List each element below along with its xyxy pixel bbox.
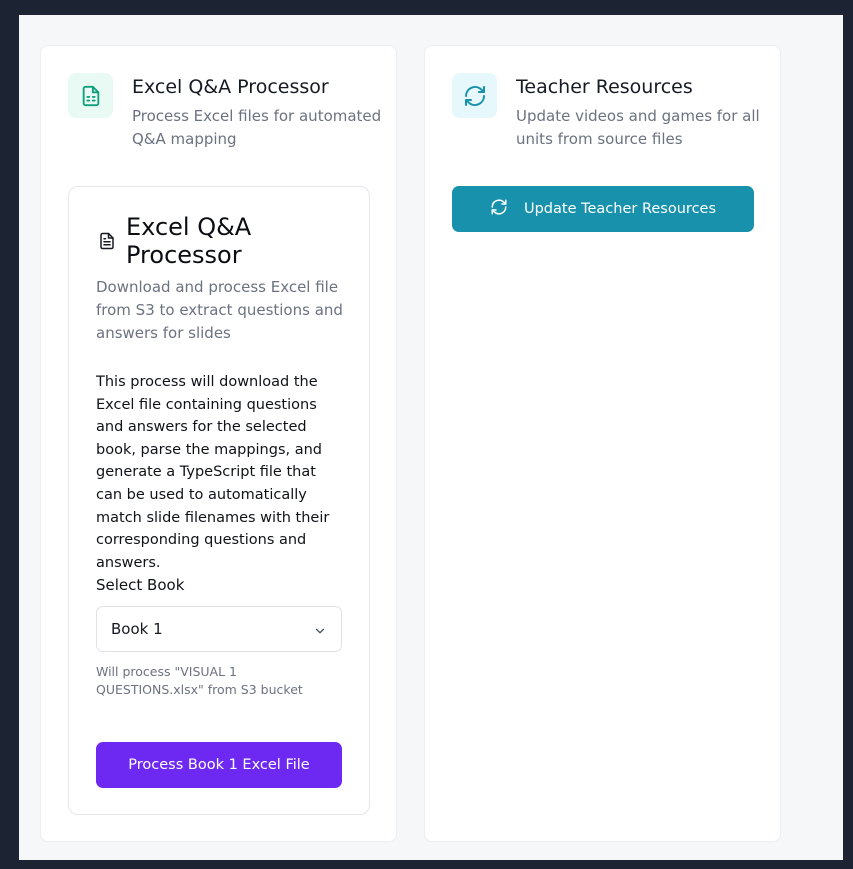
refresh-icon xyxy=(490,198,508,220)
source-file-hint: Will process "VISUAL 1 QUESTIONS.xlsx" f… xyxy=(96,664,303,697)
book-select-value: Book 1 xyxy=(111,620,163,638)
panel-title: Excel Q&A Processor xyxy=(126,213,252,269)
panel-description: Download and process Excel file from S3 … xyxy=(96,278,343,342)
update-teacher-resources-label: Update Teacher Resources xyxy=(523,201,717,217)
process-excel-button[interactable]: Process Book 1 Excel File xyxy=(96,742,342,788)
card-description: Process Excel files for automated Q&A ma… xyxy=(132,107,382,148)
chevron-down-icon xyxy=(313,623,327,642)
card-title: Teacher Resources xyxy=(516,76,693,98)
card-title: Excel Q&A Processor xyxy=(132,76,329,98)
select-book-label: Select Book xyxy=(96,576,185,594)
file-text-icon xyxy=(98,232,116,254)
teacher-resources-card: Teacher Resources Update videos and game… xyxy=(424,45,781,842)
update-teacher-resources-button[interactable]: Update Teacher Resources xyxy=(452,186,754,232)
process-explanation: This process will download the Excel fil… xyxy=(96,374,330,571)
refresh-icon xyxy=(452,73,497,118)
spreadsheet-file-icon xyxy=(68,73,113,118)
book-select[interactable]: Book 1 xyxy=(96,606,342,652)
excel-processor-panel: Excel Q&A Processor Download and process… xyxy=(68,186,370,815)
process-excel-button-label: Process Book 1 Excel File xyxy=(128,757,310,773)
card-description: Update videos and games for all units fr… xyxy=(516,107,760,148)
excel-processor-card: Excel Q&A Processor Process Excel files … xyxy=(40,45,397,842)
